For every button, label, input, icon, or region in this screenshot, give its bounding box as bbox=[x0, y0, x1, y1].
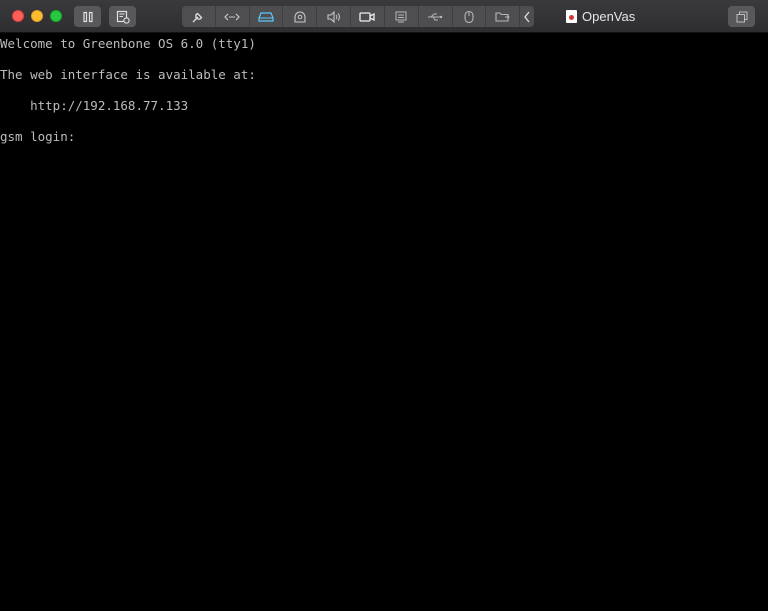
pause-icon bbox=[82, 11, 93, 22]
usb-icon bbox=[428, 13, 443, 20]
camera-device-icon bbox=[294, 11, 306, 23]
window-title-text: OpenVas bbox=[582, 9, 636, 24]
sound-button[interactable] bbox=[317, 6, 352, 27]
usb-button[interactable] bbox=[419, 6, 453, 27]
close-window-button[interactable] bbox=[12, 10, 24, 22]
sound-icon bbox=[327, 10, 340, 23]
snapshot-icon bbox=[116, 10, 130, 24]
console-url-line: http://192.168.77.133 bbox=[0, 98, 189, 113]
toolbar-collapse-button[interactable] bbox=[520, 6, 534, 27]
vm-console[interactable]: Welcome to Greenbone OS 6.0 (tty1) The w… bbox=[0, 33, 768, 611]
window-title: OpenVas bbox=[566, 8, 635, 25]
network-button[interactable] bbox=[216, 6, 250, 27]
pause-button[interactable] bbox=[74, 6, 101, 27]
display-windows-icon bbox=[736, 11, 747, 22]
video-capture-button[interactable] bbox=[351, 6, 385, 27]
console-interface-line: The web interface is available at: bbox=[0, 67, 256, 82]
printer-button[interactable] bbox=[385, 6, 419, 27]
display-mode-button[interactable] bbox=[728, 6, 755, 27]
shared-folder-icon bbox=[495, 12, 510, 22]
camera-device-button[interactable] bbox=[283, 6, 318, 27]
printer-icon bbox=[395, 11, 407, 22]
mouse-button[interactable] bbox=[453, 6, 487, 27]
window-titlebar: OpenVas bbox=[0, 0, 768, 33]
console-login-prompt[interactable]: gsm login: bbox=[0, 129, 75, 145]
device-toolbar bbox=[182, 6, 534, 27]
vm-document-icon bbox=[566, 10, 577, 23]
collapse-chevron-icon bbox=[524, 11, 530, 22]
shared-folder-button[interactable] bbox=[486, 6, 521, 27]
hard-disk-icon bbox=[258, 11, 274, 22]
snapshot-button[interactable] bbox=[109, 6, 136, 27]
console-welcome-line: Welcome to Greenbone OS 6.0 (tty1) bbox=[0, 36, 256, 51]
settings-button[interactable] bbox=[182, 6, 216, 27]
hard-disk-button[interactable] bbox=[250, 6, 284, 27]
minimize-window-button[interactable] bbox=[31, 10, 43, 22]
mouse-icon bbox=[464, 10, 474, 23]
network-arrows-icon bbox=[224, 13, 240, 20]
maximize-window-button[interactable] bbox=[50, 10, 62, 22]
video-capture-icon bbox=[359, 11, 376, 22]
settings-wrench-icon bbox=[192, 12, 203, 22]
